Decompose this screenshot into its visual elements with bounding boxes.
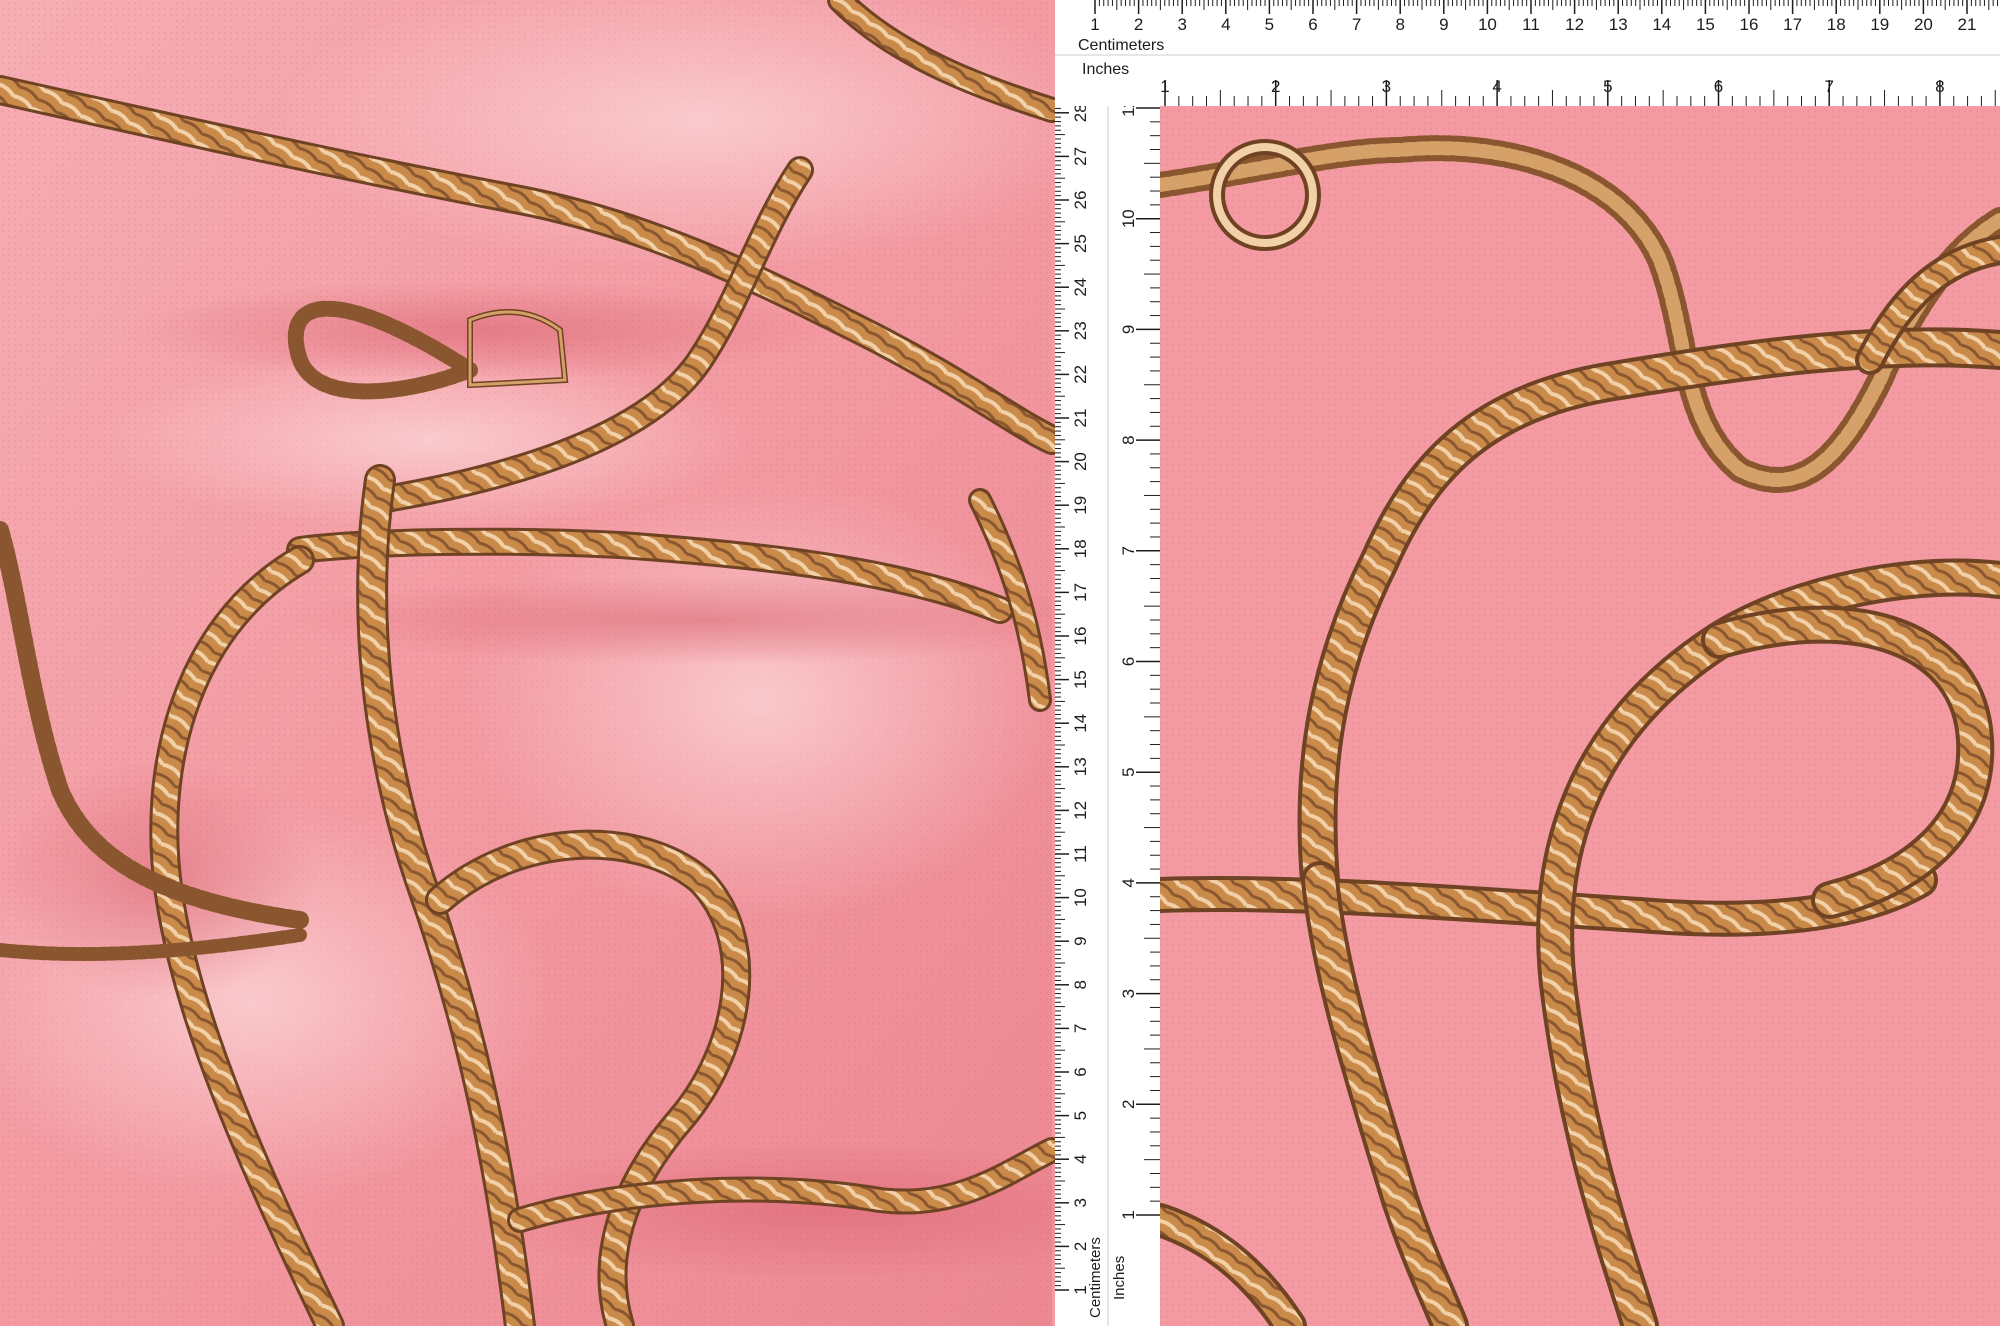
side-cm-tick-label: 16 bbox=[1071, 627, 1090, 646]
side-cm-tick-label: 27 bbox=[1071, 147, 1090, 166]
top-cm-tick-label: 6 bbox=[1308, 15, 1317, 34]
top-cm-tick-label: 2 bbox=[1134, 15, 1143, 34]
side-cm-tick-label: 12 bbox=[1071, 801, 1090, 820]
top-cm-tick-label: 16 bbox=[1740, 15, 1759, 34]
top-cm-tick-label: 8 bbox=[1395, 15, 1404, 34]
side-ruler: 1234567891011121314151617181920212223242… bbox=[1055, 99, 1160, 1326]
top-cm-tick-label: 9 bbox=[1439, 15, 1448, 34]
side-inches-label: Inches bbox=[1111, 1256, 1128, 1300]
top-cm-tick-label: 14 bbox=[1652, 15, 1671, 34]
side-cm-tick-label: 18 bbox=[1071, 539, 1090, 558]
side-inch-tick-label: 1 bbox=[1119, 1210, 1138, 1219]
side-cm-tick-label: 28 bbox=[1071, 103, 1090, 122]
side-cm-tick-label: 5 bbox=[1071, 1111, 1090, 1120]
side-inch-tick-label: 9 bbox=[1119, 325, 1138, 334]
side-cm-tick-label: 19 bbox=[1071, 496, 1090, 515]
side-inch-tick-label: 6 bbox=[1119, 657, 1138, 666]
top-cm-tick-label: 20 bbox=[1914, 15, 1933, 34]
side-cm-tick-label: 25 bbox=[1071, 234, 1090, 253]
side-cm-tick-label: 17 bbox=[1071, 583, 1090, 602]
side-cm-tick-label: 3 bbox=[1071, 1198, 1090, 1207]
side-cm-tick-label: 8 bbox=[1071, 980, 1090, 989]
draped-fabric-panel bbox=[0, 0, 1180, 1326]
side-cm-tick-label: 11 bbox=[1071, 845, 1090, 863]
top-cm-tick-label: 12 bbox=[1565, 15, 1584, 34]
side-inch-tick-label: 5 bbox=[1119, 767, 1138, 776]
top-inch-tick-label: 6 bbox=[1714, 77, 1723, 96]
top-cm-tick-label: 19 bbox=[1870, 15, 1889, 34]
ruler-corner bbox=[1055, 80, 1160, 106]
side-cm-tick-label: 22 bbox=[1071, 365, 1090, 384]
top-cm-tick-label: 10 bbox=[1478, 15, 1497, 34]
top-cm-tick-label: 21 bbox=[1958, 15, 1977, 34]
fabric-photo-scene: 1 2 3 4 5 6 7 8 9 10 11 12 13 14 15 16 17 18 19 20 21 123456… bbox=[0, 0, 2000, 1326]
side-inch-tick-label: 3 bbox=[1119, 989, 1138, 998]
top-cm-tick-label: 4 bbox=[1221, 15, 1230, 34]
top-cm-tick-label: 11 bbox=[1522, 15, 1540, 34]
top-inch-tick-label: 7 bbox=[1824, 77, 1833, 96]
side-cm-tick-label: 4 bbox=[1071, 1154, 1090, 1163]
top-cm-tick-label: 18 bbox=[1827, 15, 1846, 34]
top-cm-tick-label: 13 bbox=[1609, 15, 1628, 34]
top-ruler: 1 2 3 4 5 6 7 8 9 10 11 12 13 14 15 16 17 18 19 20 21 123456… bbox=[1055, 0, 2000, 106]
top-inches-label: Inches bbox=[1082, 61, 1129, 78]
side-inch-tick-label: 8 bbox=[1119, 435, 1138, 444]
top-inch-tick-label: 5 bbox=[1603, 77, 1612, 96]
side-inch-tick-label: 10 bbox=[1119, 209, 1138, 228]
side-inch-tick-label: 7 bbox=[1119, 546, 1138, 555]
side-cm-tick-label: 23 bbox=[1071, 321, 1090, 340]
top-inch-tick-label: 1 bbox=[1160, 77, 1169, 96]
top-cm-tick-label: 1 bbox=[1090, 15, 1099, 34]
side-cm-tick-label: 13 bbox=[1071, 757, 1090, 776]
side-centimeters-label: Centimeters bbox=[1087, 1237, 1104, 1318]
side-cm-tick-label: 9 bbox=[1071, 936, 1090, 945]
side-cm-tick-label: 10 bbox=[1071, 888, 1090, 907]
flat-fabric-swatch bbox=[1142, 106, 2000, 1326]
top-cm-tick-label: 7 bbox=[1352, 15, 1361, 34]
top-inch-tick-label: 3 bbox=[1382, 77, 1391, 96]
side-cm-tick-label: 7 bbox=[1071, 1024, 1090, 1033]
side-cm-tick-label: 24 bbox=[1071, 278, 1090, 297]
top-centimeters-label: Centimeters bbox=[1078, 37, 1164, 54]
top-cm-tick-label: 17 bbox=[1783, 15, 1802, 34]
side-cm-tick-label: 21 bbox=[1071, 409, 1090, 428]
side-inch-tick-label: 4 bbox=[1119, 878, 1138, 887]
top-inch-tick-label: 2 bbox=[1271, 77, 1280, 96]
side-cm-tick-label: 14 bbox=[1071, 714, 1090, 733]
side-inch-tick-label: 2 bbox=[1119, 1100, 1138, 1109]
top-cm-tick-label: 15 bbox=[1696, 15, 1715, 34]
side-cm-tick-label: 20 bbox=[1071, 452, 1090, 471]
top-inch-tick-label: 8 bbox=[1935, 77, 1944, 96]
top-cm-tick-label: 3 bbox=[1177, 15, 1186, 34]
side-cm-tick-label: 26 bbox=[1071, 191, 1090, 210]
side-cm-tick-label: 6 bbox=[1071, 1067, 1090, 1076]
top-cm-tick-label: 5 bbox=[1265, 15, 1274, 34]
top-inch-tick-label: 4 bbox=[1492, 77, 1501, 96]
side-cm-tick-label: 15 bbox=[1071, 670, 1090, 689]
